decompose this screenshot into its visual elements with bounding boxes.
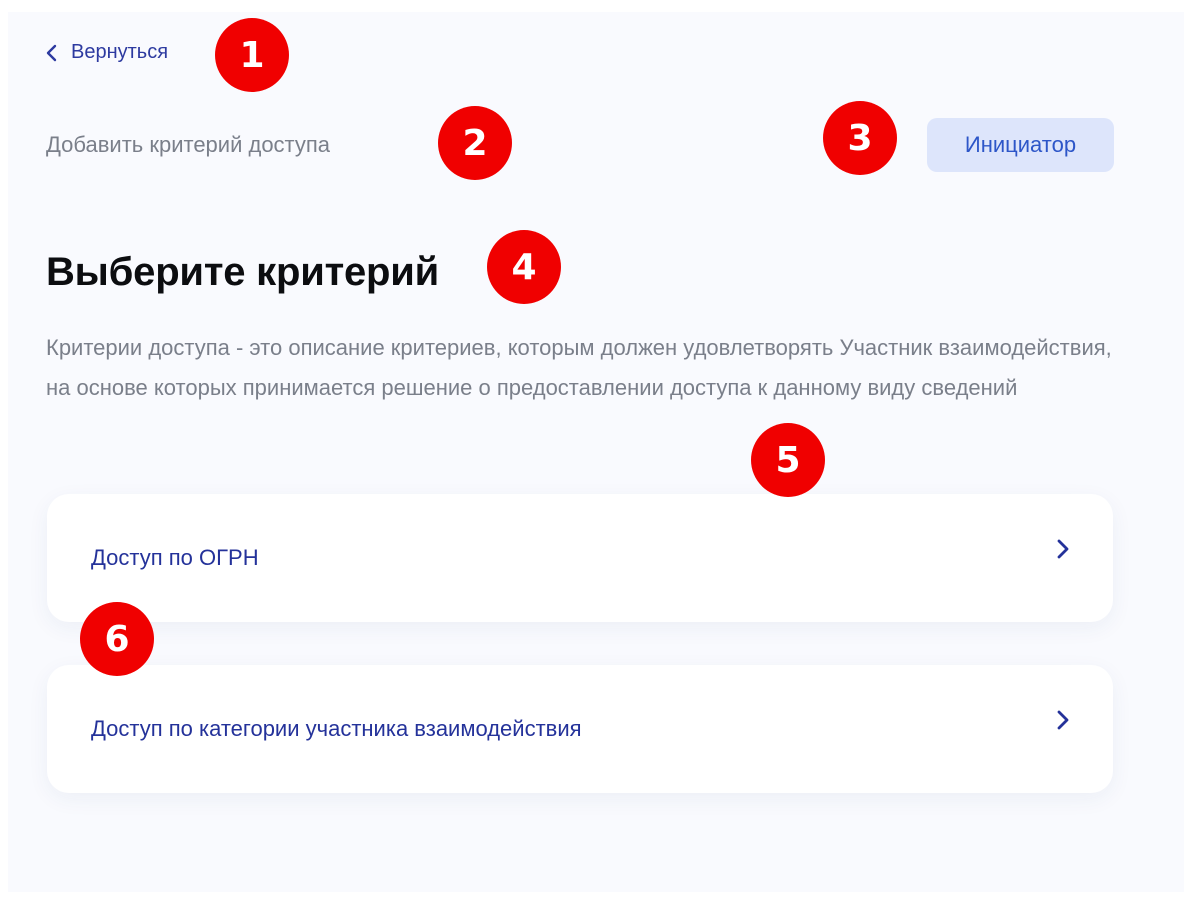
annotation-marker-1: 1 <box>215 18 289 92</box>
option-participant-category-access[interactable]: Доступ по категории участника взаимодейс… <box>47 665 1113 793</box>
chevron-left-icon <box>46 44 57 61</box>
annotation-marker-5: 5 <box>751 423 825 497</box>
option-label: Доступ по категории участника взаимодейс… <box>91 716 582 741</box>
option-ogrn-access[interactable]: Доступ по ОГРН <box>47 494 1113 622</box>
page-description: Критерии доступа - это описание критерие… <box>46 335 1112 400</box>
annotation-marker-4: 4 <box>487 230 561 304</box>
annotation-marker-6: 6 <box>80 602 154 676</box>
chevron-right-icon <box>1057 539 1069 559</box>
breadcrumb: Добавить критерий доступа <box>46 132 331 157</box>
option-label: Доступ по ОГРН <box>91 545 259 570</box>
annotation-marker-2: 2 <box>438 106 512 180</box>
back-link-label: Вернуться <box>71 41 169 63</box>
chevron-right-icon <box>1057 710 1069 730</box>
page-title: Выберите критерий <box>46 250 440 294</box>
annotation-marker-3: 3 <box>823 101 897 175</box>
back-link[interactable]: Вернуться <box>45 41 168 64</box>
role-badge: Инициатор <box>927 118 1114 172</box>
